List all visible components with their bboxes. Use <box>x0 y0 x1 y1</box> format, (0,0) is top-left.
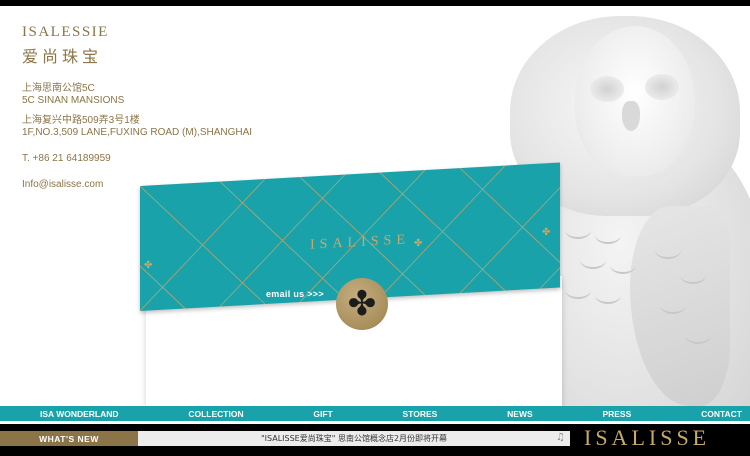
footer-logo[interactable]: ISALISSE <box>584 425 710 451</box>
nav-item-isa-wonderland[interactable]: ISA WONDERLAND <box>40 409 119 419</box>
main-nav: ISA WONDERLAND COLLECTION GIFT STORES NE… <box>0 406 750 421</box>
brand-logo[interactable]: ISALESSIE 爱尚珠宝 <box>22 24 109 67</box>
owl-feather <box>565 281 591 299</box>
brand-name-cn: 爱尚珠宝 <box>22 47 103 66</box>
clover-ornament-icon: ✤ <box>414 238 423 249</box>
owl-feather <box>655 241 681 259</box>
owl-feather <box>595 226 621 244</box>
nav-item-stores[interactable]: STORES <box>403 409 438 419</box>
store-name-en: 5C SINAN MANSIONS <box>22 95 125 106</box>
owl-eye-left <box>590 76 624 102</box>
nav-item-collection[interactable]: COLLECTION <box>188 409 243 419</box>
store-info: 上海思南公馆5C 5C SINAN MANSIONS 上海复兴中路509弄3号1… <box>22 83 252 191</box>
owl-eye-right <box>645 74 679 100</box>
owl-feather <box>595 286 621 304</box>
nav-item-news[interactable]: NEWS <box>507 409 533 419</box>
store-name-cn: 上海思南公馆5C <box>22 83 95 94</box>
owl-feather <box>580 251 606 269</box>
owl-feather <box>610 256 636 274</box>
whats-new-label: WHAT'S NEW <box>0 431 138 446</box>
nav-item-gift[interactable]: GIFT <box>313 409 332 419</box>
store-address-cn: 上海复兴中路509弄3号1楼 <box>22 115 140 126</box>
nav-item-press[interactable]: PRESS <box>602 409 631 419</box>
clover-icon: ✤ <box>347 284 377 324</box>
store-address-en: 1F,NO.3,509 LANE,FUXING ROAD (M),SHANGHA… <box>22 127 253 138</box>
seal-button[interactable]: ✤ <box>336 278 388 330</box>
envelope-graphic: ✤ ✤ ✤ ISALISSE email us >>> ✤ <box>140 162 562 406</box>
news-ticker[interactable]: "ISALISSE爱尚珠宝" 思南公馆概念店2月份即将开幕 <box>138 431 570 446</box>
clover-ornament-icon: ✤ <box>144 260 153 271</box>
music-icon[interactable]: ♫ <box>556 432 565 443</box>
owl-feather <box>565 221 591 239</box>
store-phone: T. +86 21 64189959 <box>22 153 111 164</box>
owl-feather <box>685 326 711 344</box>
page: ISALESSIE 爱尚珠宝 上海思南公馆5C 5C SINAN MANSION… <box>0 0 750 456</box>
owl-feather <box>680 266 706 284</box>
owl-feather <box>660 296 686 314</box>
brand-name-en: ISALESSIE <box>22 24 109 40</box>
owl-beak <box>622 101 640 131</box>
email-us-link[interactable]: email us >>> <box>266 289 324 299</box>
clover-ornament-icon: ✤ <box>542 227 551 238</box>
nav-item-contact[interactable]: CONTACT <box>701 409 742 419</box>
